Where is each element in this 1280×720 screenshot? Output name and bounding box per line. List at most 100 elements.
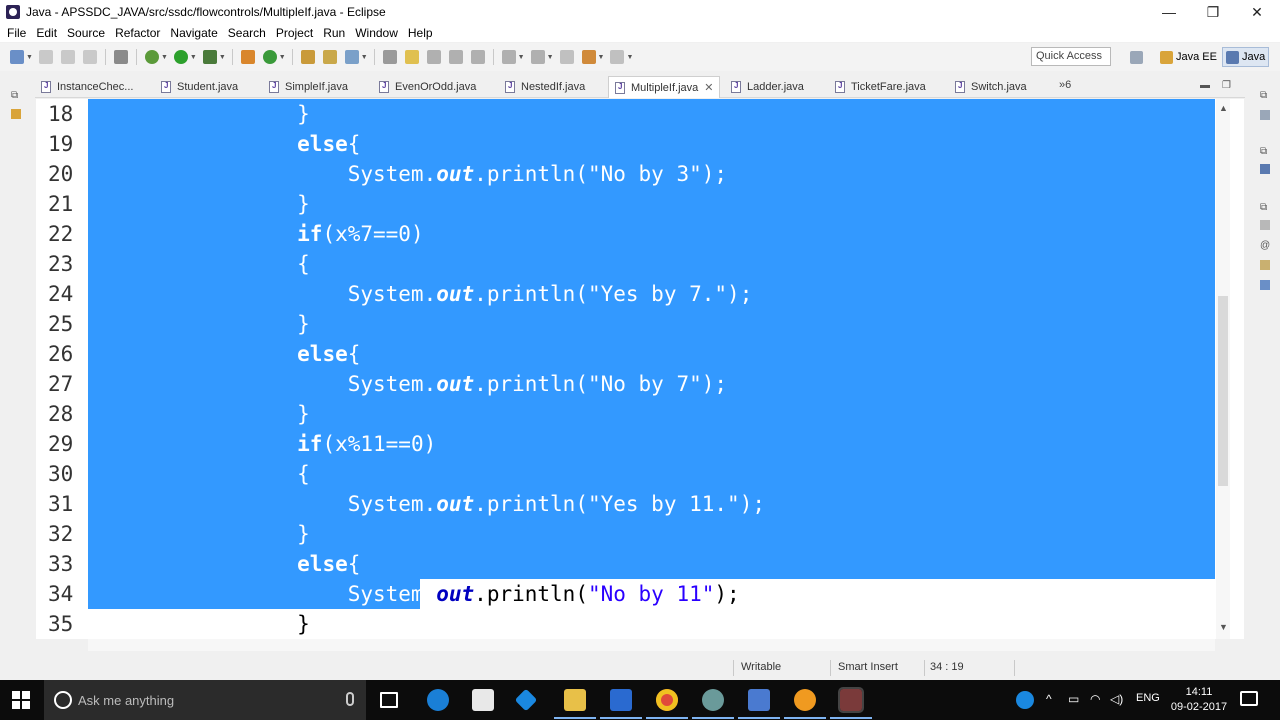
new-class-dropdown-icon[interactable]: ▼ [279,54,286,61]
open-type-icon[interactable] [300,50,315,64]
menu-help[interactable]: Help [405,26,440,40]
perspective-java-ee[interactable]: Java EE [1160,47,1217,67]
back-icon[interactable] [581,50,596,64]
word-wrap-icon[interactable] [426,50,441,64]
task-list-icon[interactable] [1260,110,1270,120]
store-icon[interactable] [472,689,494,711]
action-center-icon[interactable] [1240,691,1258,706]
package-explorer-icon[interactable] [11,109,21,119]
tab-instancecheck[interactable]: InstanceChec... [41,76,133,98]
editor-horizontal-scrollbar[interactable] [88,639,1215,651]
tab-student[interactable]: Student.java [161,76,238,98]
show-whitespace-icon[interactable] [470,50,485,64]
outline-icon[interactable] [1260,164,1270,174]
language-indicator[interactable]: ENG [1136,692,1160,704]
external-tools-dropdown-icon[interactable]: ▼ [219,54,226,61]
tab-multipleif[interactable]: MultipleIf.java ✕ [608,76,721,98]
quick-access-input[interactable]: Quick Access [1031,47,1111,66]
tab-simpleif[interactable]: SimpleIf.java [269,76,348,98]
open-task-icon[interactable] [322,50,337,64]
tab-evenorodd[interactable]: EvenOrOdd.java [379,76,476,98]
document-app-icon[interactable] [600,689,642,719]
code-line[interactable]: 20 System.out.println("No by 3"); [36,159,1216,189]
run-icon[interactable] [173,50,188,64]
new-class-icon[interactable] [262,50,277,64]
code-line[interactable]: 25 } [36,309,1216,339]
restore-view-icon[interactable]: ⧉ [11,90,21,101]
declaration-icon[interactable] [1260,260,1270,270]
edge-browser-icon[interactable] [427,689,449,711]
code-line[interactable]: 27 System.out.println("No by 7"); [36,369,1216,399]
perspective-java[interactable]: Java [1222,47,1270,67]
scroll-down-icon[interactable]: ▼ [1219,622,1228,632]
scrollbar-thumb[interactable] [1218,296,1228,486]
code-line[interactable]: 24 System.out.println("Yes by 7."); [36,279,1216,309]
debug-dropdown-icon[interactable]: ▼ [161,54,168,61]
code-line[interactable]: 33 else{ [36,549,1216,579]
microphone-icon[interactable] [346,692,354,706]
search-icon[interactable] [344,50,359,64]
code-line[interactable]: 32 } [36,519,1216,549]
code-line[interactable]: 34 System.out.println("No by 11"); [36,579,1216,609]
code-editor[interactable]: 18 } 19 else{20 System.out.println("No by… [36,99,1244,639]
flower-app-icon[interactable] [784,689,826,719]
info-tray-icon[interactable] [1016,691,1034,709]
code-line[interactable]: 21 } [36,189,1216,219]
forward-dropdown-icon[interactable]: ▼ [626,54,633,61]
next-annotation-dropdown-icon[interactable]: ▼ [518,54,525,61]
new-java-project-icon[interactable] [240,50,255,64]
tab-ladder[interactable]: Ladder.java [731,76,804,98]
toggle-breadcrumb-icon[interactable] [382,50,397,64]
minimize-button[interactable]: — [1146,0,1192,24]
maximize-editor-icon[interactable]: ❐ [1222,80,1231,91]
menu-project[interactable]: Project [273,26,320,40]
code-line[interactable]: 29 if(x%11==0) [36,429,1216,459]
battery-icon[interactable]: ▭ [1068,692,1079,706]
eclipse-taskbar-icon[interactable] [830,687,872,719]
external-tools-icon[interactable] [202,50,217,64]
last-edit-icon[interactable] [559,50,574,64]
code-line[interactable]: 22 if(x%7==0) [36,219,1216,249]
tab-ticketfare[interactable]: TicketFare.java [835,76,926,98]
cortana-search-box[interactable]: Ask me anything [44,680,366,720]
volume-icon[interactable]: ◁) [1110,692,1123,706]
tab-switch[interactable]: Switch.java [955,76,1027,98]
debug-icon[interactable] [144,50,159,64]
menu-refactor[interactable]: Refactor [112,26,167,40]
menu-file[interactable]: File [4,26,33,40]
show-hidden-icons-icon[interactable]: ^ [1046,692,1052,706]
menu-run[interactable]: Run [320,26,352,40]
code-line[interactable]: 31 System.out.println("Yes by 11."); [36,489,1216,519]
previous-annotation-icon[interactable] [530,50,545,64]
new-dropdown-icon[interactable]: ▼ [26,54,33,61]
menu-source[interactable]: Source [64,26,112,40]
mark-occurrences-icon[interactable] [404,50,419,64]
more-tabs-button[interactable]: »6 [1059,79,1071,91]
console-icon[interactable] [1260,280,1270,290]
scroll-up-icon[interactable]: ▲ [1219,103,1228,113]
next-annotation-icon[interactable] [501,50,516,64]
menu-window[interactable]: Window [352,26,405,40]
wifi-icon[interactable]: ◠ [1090,692,1100,706]
open-perspective-button[interactable] [1130,47,1146,67]
restore-view-icon[interactable]: ⧉ [1260,146,1270,157]
code-line[interactable]: 35 } [36,609,1216,639]
search-dropdown-icon[interactable]: ▼ [361,54,368,61]
problems-icon[interactable] [1260,220,1270,230]
new-icon[interactable] [10,50,24,64]
task-view-icon[interactable] [380,692,398,708]
code-line[interactable]: 26 else{ [36,339,1216,369]
menu-edit[interactable]: Edit [33,26,64,40]
close-tab-icon[interactable]: ✕ [704,81,713,94]
code-line[interactable]: 23 { [36,249,1216,279]
restore-outline-icon[interactable]: ⧉ [1260,90,1270,101]
dropbox-icon[interactable] [514,688,538,712]
code-line[interactable]: 28 } [36,399,1216,429]
skip-breakpoints-icon[interactable] [113,50,128,64]
menu-search[interactable]: Search [225,26,273,40]
start-button[interactable] [12,691,30,709]
file-explorer-icon[interactable] [554,689,596,719]
previous-annotation-dropdown-icon[interactable]: ▼ [547,54,554,61]
save-icon[interactable] [38,50,53,64]
system-clock[interactable]: 14:11 09-02-2017 [1170,685,1228,715]
